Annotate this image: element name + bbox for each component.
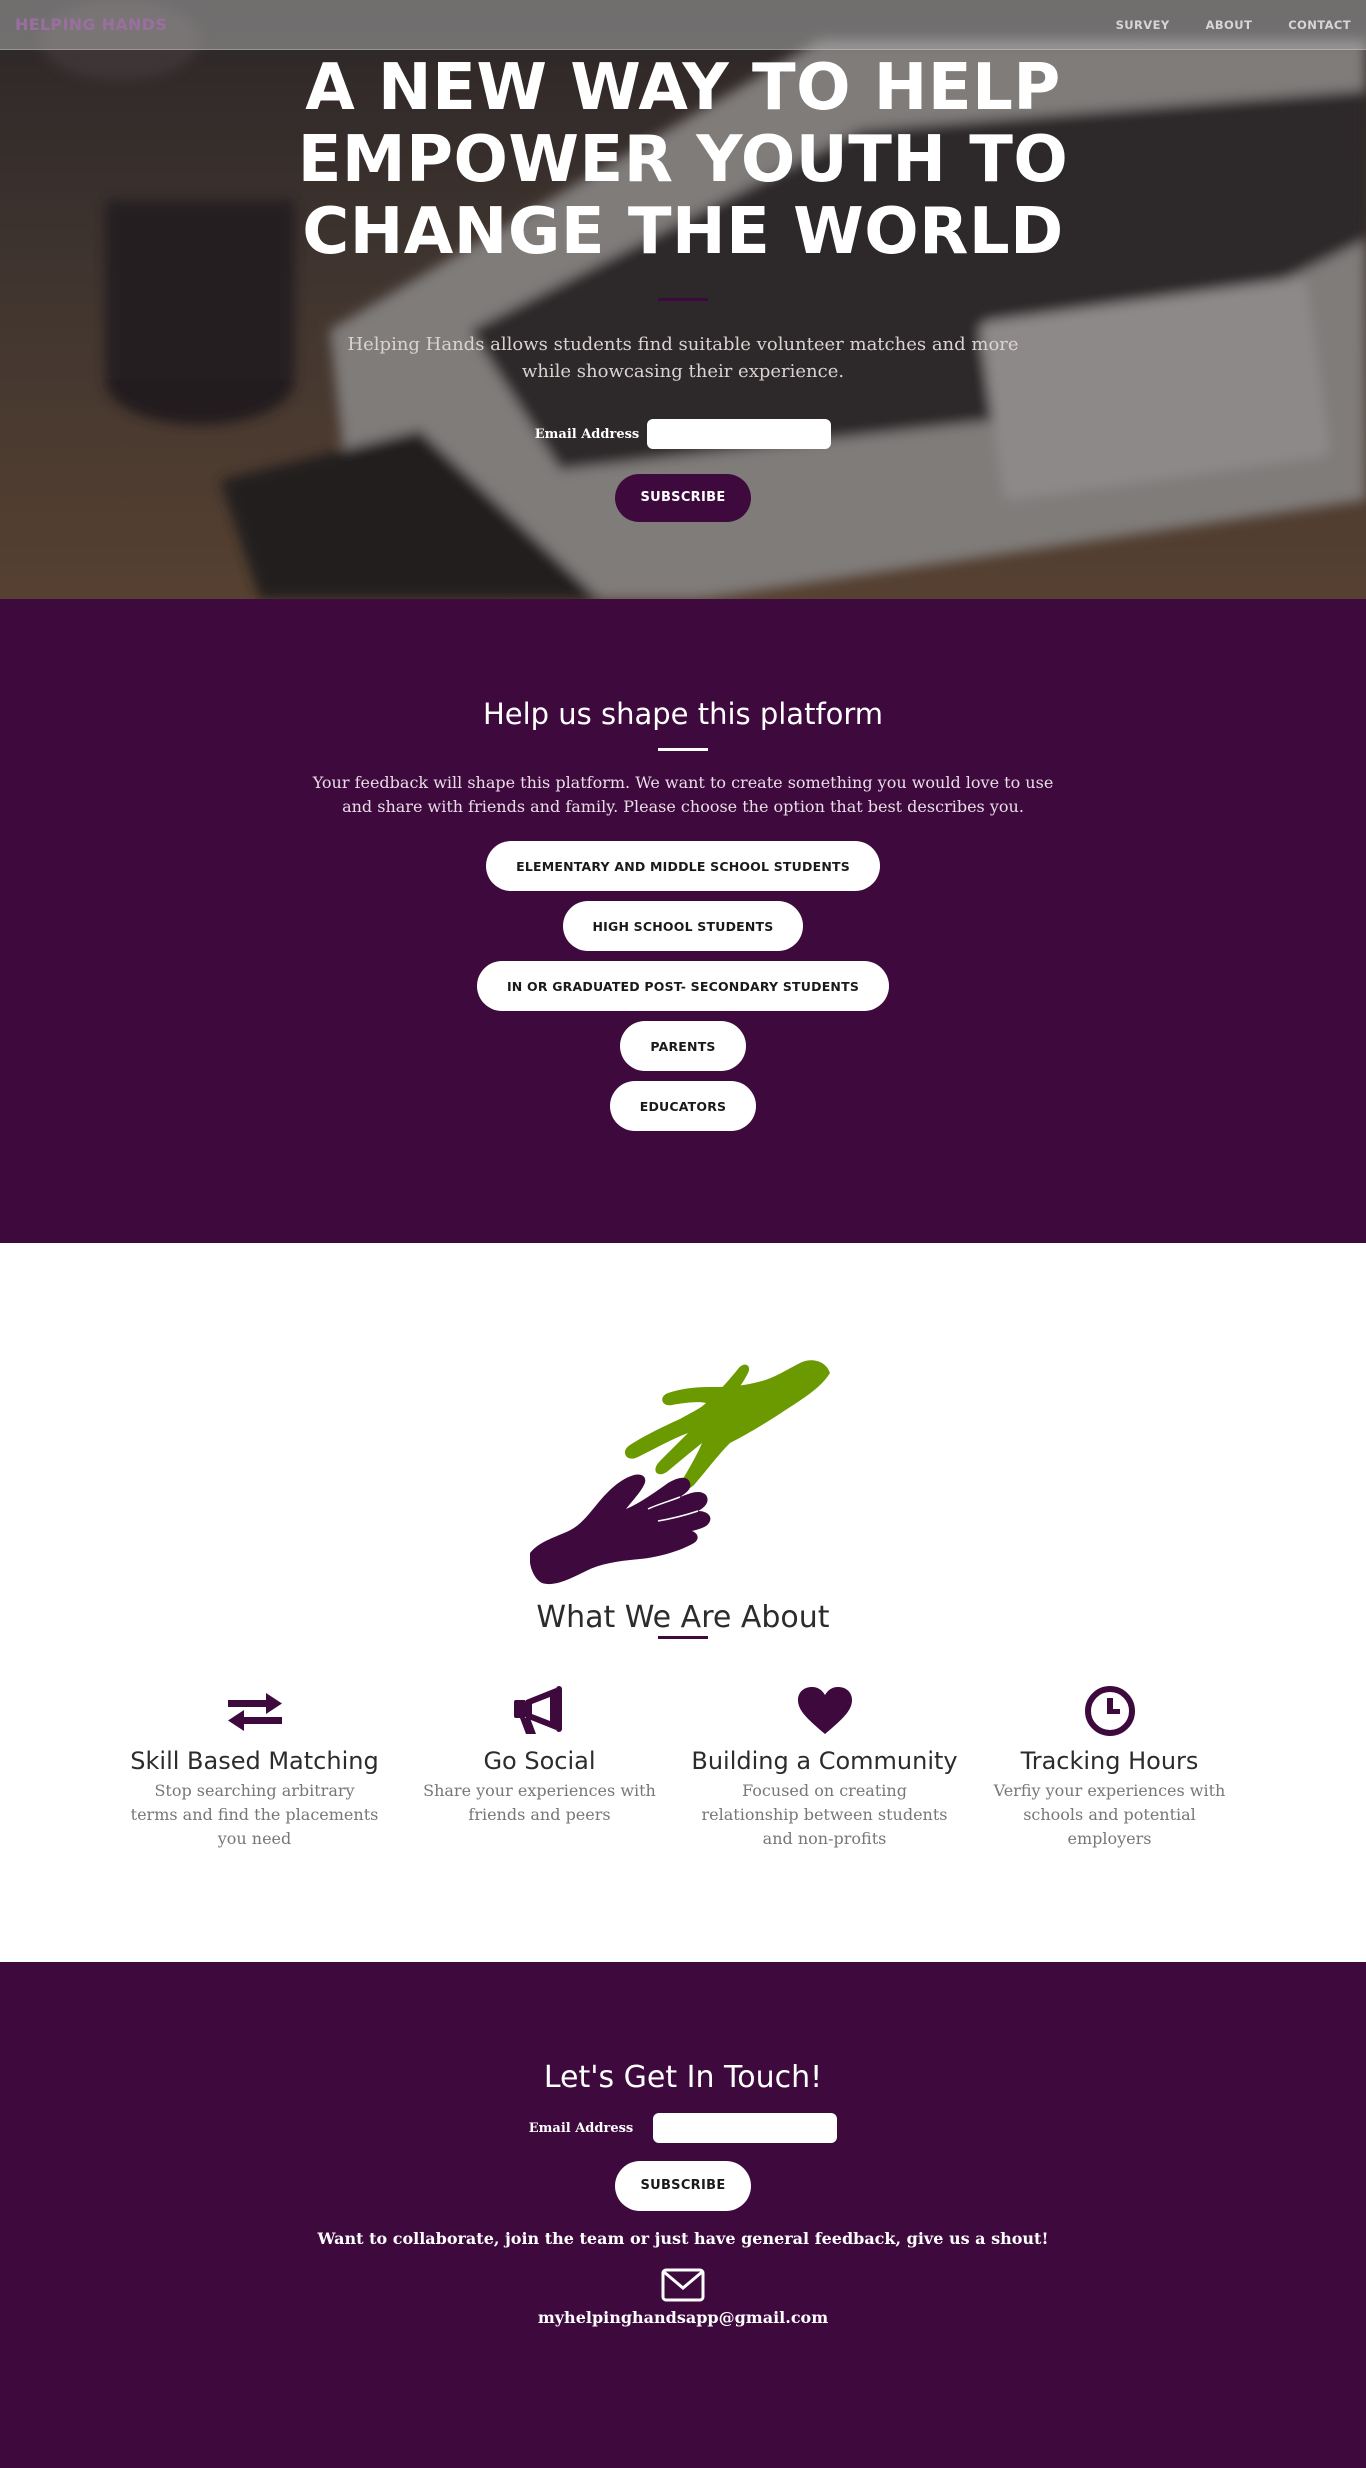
purple-hand-icon: [530, 1474, 711, 1584]
hero-content: A NEW WAY TO HELP EMPOWER YOUTH TO CHANG…: [0, 52, 1366, 522]
feature-title: Tracking Hours: [1020, 1747, 1199, 1775]
feature-tracking-hours: Tracking Hours Verfiy your experiences w…: [967, 1681, 1252, 1851]
feature-community: Building a Community Focused on creating…: [682, 1681, 967, 1851]
nav-link-contact[interactable]: CONTACT: [1288, 18, 1351, 32]
nav-links: SURVEY ABOUT CONTACT: [1080, 18, 1351, 32]
option-parents-button[interactable]: PARENTS: [620, 1021, 746, 1071]
helping-hands-logo: [530, 1360, 830, 1584]
feature-text: Verfiy your experiences with schools and…: [993, 1781, 1226, 1848]
nav-link-survey[interactable]: SURVEY: [1116, 18, 1170, 32]
contact-message: Want to collaborate, join the team or ju…: [317, 2229, 1049, 2248]
hero-divider: [658, 298, 708, 301]
contact-subscribe-form: Email Address: [0, 2113, 1366, 2143]
survey-options: ELEMENTARY AND MIDDLE SCHOOL STUDENTS HI…: [0, 841, 1366, 1131]
option-post-secondary-button[interactable]: IN OR GRADUATED POST- SECONDARY STUDENTS: [476, 961, 890, 1011]
heart-icon: [682, 1681, 967, 1741]
nav-link-about[interactable]: ABOUT: [1206, 18, 1253, 32]
option-educators-button[interactable]: EDUCATORS: [609, 1081, 757, 1131]
hero-subscribe-button[interactable]: SUBSCRIBE: [615, 474, 751, 522]
survey-description: Your feedback will shape this platform. …: [312, 773, 1054, 816]
feature-text: Share your experiences with friends and …: [423, 1781, 656, 1824]
exchange-arrows-icon: [112, 1681, 397, 1741]
contact-email-input[interactable]: [653, 2113, 838, 2143]
feature-title: Skill Based Matching: [130, 1747, 379, 1775]
feature-skill-matching: Skill Based Matching Stop searching arbi…: [112, 1681, 397, 1851]
hero-section: A NEW WAY TO HELP EMPOWER YOUTH TO CHANG…: [0, 0, 1366, 599]
feature-title: Building a Community: [691, 1747, 958, 1775]
hero-subscribe-form: Email Address: [0, 419, 1366, 449]
contact-title: Let's Get In Touch!: [543, 2060, 823, 2095]
survey-divider: [658, 748, 708, 751]
brand-logo-text[interactable]: HELPING HANDS: [15, 15, 167, 34]
feature-go-social: Go Social Share your experiences with fr…: [397, 1681, 682, 1851]
green-hand-icon: [624, 1360, 830, 1489]
top-navbar: HELPING HANDS SURVEY ABOUT CONTACT: [0, 0, 1366, 50]
contact-email-link[interactable]: myhelpinghandsapp@gmail.com: [0, 2308, 1366, 2327]
megaphone-icon: [397, 1681, 682, 1741]
feature-text: Stop searching arbitrary terms and find …: [130, 1781, 379, 1848]
feature-title: Go Social: [483, 1747, 596, 1775]
hero-email-input[interactable]: [647, 419, 832, 449]
envelope-icon: [0, 2268, 1366, 2306]
hero-title: A NEW WAY TO HELP EMPOWER YOUTH TO CHANG…: [297, 51, 1069, 269]
features-row: Skill Based Matching Stop searching arbi…: [112, 1681, 1254, 1851]
contact-section: Let's Get In Touch! Email Address SUBSCR…: [0, 1962, 1366, 2468]
about-divider: [658, 1636, 708, 1639]
about-section: What We Are About Skill Based Matching S…: [0, 1243, 1366, 1962]
hero-email-label: Email Address: [534, 426, 640, 442]
clock-icon: [967, 1681, 1252, 1741]
survey-title: Help us shape this platform: [482, 697, 884, 731]
hero-subtitle: Helping Hands allows students find suita…: [347, 334, 1019, 382]
feature-text: Focused on creating relationship between…: [701, 1781, 948, 1848]
survey-section: Help us shape this platform Your feedbac…: [0, 599, 1366, 1243]
about-title: What We Are About: [536, 1600, 830, 1635]
option-elementary-middle-button[interactable]: ELEMENTARY AND MIDDLE SCHOOL STUDENTS: [486, 841, 880, 891]
contact-email-label: Email Address: [528, 2120, 634, 2136]
contact-subscribe-button[interactable]: SUBSCRIBE: [615, 2161, 751, 2211]
option-high-school-button[interactable]: HIGH SCHOOL STUDENTS: [562, 901, 804, 951]
